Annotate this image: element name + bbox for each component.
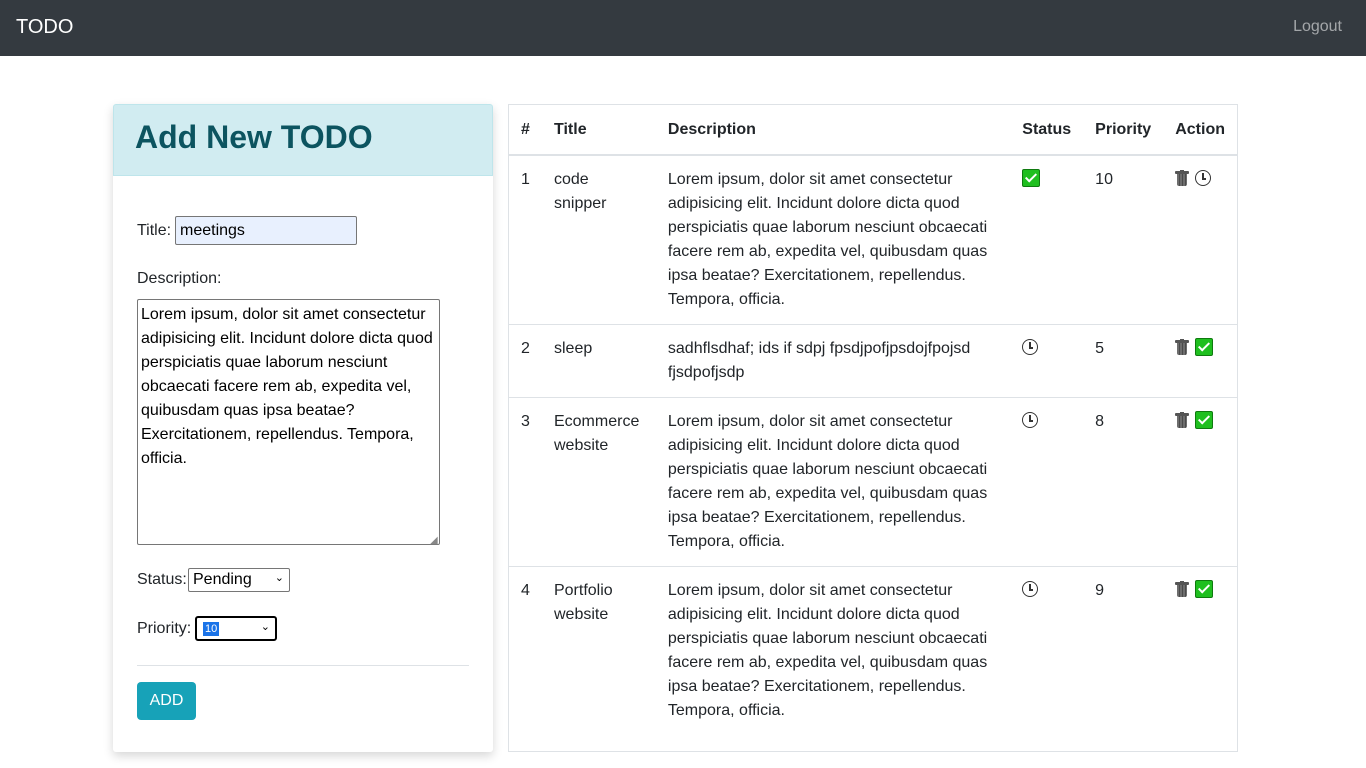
table-header-row: # Title Description Status Priority Acti… (509, 105, 1237, 156)
trash-icon[interactable] (1175, 339, 1190, 356)
cell-priority: 8 (1083, 397, 1164, 567)
add-button[interactable]: ADD (137, 682, 196, 720)
cell-priority: 10 (1095, 171, 1113, 188)
col-header-action: Action (1163, 105, 1237, 156)
cell-action (1163, 155, 1237, 325)
cell-status (1010, 324, 1084, 398)
cell-status (1010, 397, 1084, 567)
check-icon[interactable] (1195, 580, 1214, 599)
cell-number: 2 (509, 324, 542, 398)
col-header-title: Title (541, 105, 656, 156)
status-label: Status: (137, 571, 187, 588)
cell-description: Lorem ipsum, dolor sit amet consectetur … (655, 397, 1011, 567)
clock-icon (1022, 581, 1039, 598)
todo-table: # Title Description Status Priority Acti… (509, 105, 1237, 735)
cell-priority: 9 (1083, 566, 1164, 735)
check-icon[interactable] (1195, 411, 1214, 430)
navbar: TODO Logout (0, 0, 1366, 56)
cell-title: Ecommerce website (541, 397, 656, 567)
trash-icon[interactable] (1175, 581, 1190, 598)
table-row: 2 sleep sadhflsdhaf; ids if sdpj fpsdjpo… (509, 324, 1237, 398)
status-select[interactable]: Pending ⌄ (188, 568, 290, 592)
table-row: 3 Ecommerce website Lorem ipsum, dolor s… (509, 397, 1237, 567)
cell-action (1163, 324, 1237, 398)
priority-select[interactable]: 10 ⌄ (195, 616, 277, 641)
logout-link[interactable]: Logout (1293, 18, 1342, 36)
clock-icon[interactable] (1195, 170, 1212, 187)
title-label: Title: (137, 222, 172, 239)
cell-number: 1 (521, 171, 530, 188)
cell-description: Lorem ipsum, dolor sit amet consectetur … (667, 171, 988, 308)
col-header-number: # (509, 105, 542, 156)
card-header: Add New TODO (113, 104, 493, 176)
table-row: 4 Portfolio website Lorem ipsum, dolor s… (509, 566, 1237, 735)
cell-title: Portfolio website (541, 566, 656, 735)
trash-icon[interactable] (1175, 412, 1190, 429)
resize-handle-icon[interactable]: ◢ (430, 535, 438, 546)
check-icon[interactable] (1195, 338, 1214, 357)
todo-table-container: # Title Description Status Priority Acti… (508, 104, 1238, 752)
card-title: Add New TODO (135, 119, 373, 155)
cell-number: 3 (509, 397, 542, 567)
col-header-description: Description (655, 105, 1011, 156)
check-icon (1022, 169, 1041, 188)
col-header-status: Status (1010, 105, 1084, 156)
table-row: 1 code snipper Lorem ipsum, dolor sit am… (509, 155, 1237, 325)
form-divider (137, 665, 469, 666)
cell-number: 4 (509, 566, 542, 735)
cell-priority: 5 (1083, 324, 1164, 398)
cell-status (1010, 566, 1084, 735)
brand[interactable]: TODO (16, 16, 73, 39)
chevron-down-icon: ⌄ (260, 621, 270, 633)
cell-status (1010, 155, 1083, 325)
priority-select-value: 10 (203, 622, 220, 636)
cell-action (1163, 397, 1237, 567)
cell-title: sleep (541, 324, 656, 398)
cell-title: code snipper (553, 171, 607, 212)
trash-icon[interactable] (1175, 170, 1190, 187)
col-header-priority: Priority (1083, 105, 1164, 156)
title-input[interactable] (175, 216, 357, 245)
priority-label: Priority: (137, 620, 192, 637)
status-select-value: Pending (193, 571, 252, 588)
cell-description: Lorem ipsum, dolor sit amet consectetur … (655, 566, 1011, 735)
description-textarea[interactable]: Lorem ipsum, dolor sit amet consectetur … (137, 299, 440, 545)
chevron-down-icon: ⌄ (274, 572, 284, 584)
clock-icon (1022, 339, 1039, 356)
cell-action (1163, 566, 1237, 735)
cell-description: sadhflsdhaf; ids if sdpj fpsdjpofjpsdojf… (655, 324, 1011, 398)
clock-icon (1022, 412, 1039, 429)
description-label: Description: (137, 270, 222, 287)
